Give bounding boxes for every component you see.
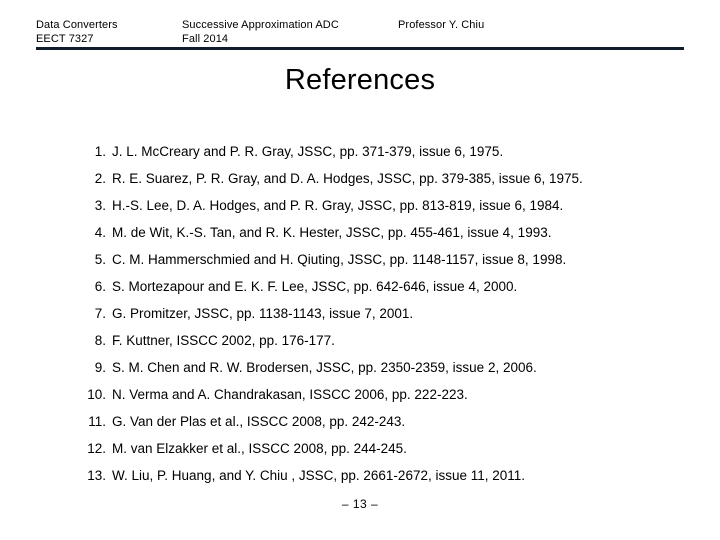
slide-header: Data Converters EECT 7327 Successive App… — [36, 18, 684, 48]
list-item: 6. S. Mortezapour and E. K. F. Lee, JSSC… — [76, 277, 720, 304]
reference-list: 1. J. L. McCreary and P. R. Gray, JSSC, … — [36, 142, 720, 493]
list-item: 5. C. M. Hammerschmied and H. Qiuting, J… — [76, 250, 720, 277]
reference-number: 5. — [94, 252, 106, 267]
header-course-block: Data Converters EECT 7327 — [36, 18, 182, 46]
reference-number: 7. — [94, 306, 106, 321]
header-lecturer-block: Professor Y. Chiu — [398, 18, 484, 32]
header-term: Fall 2014 — [182, 33, 229, 45]
header-divider — [36, 47, 684, 50]
reference-number: 6. — [94, 279, 106, 294]
reference-text: C. M. Hammerschmied and H. Qiuting, JSSC… — [112, 252, 567, 267]
reference-number: 12. — [87, 441, 106, 456]
reference-number: 11. — [88, 414, 106, 429]
list-item: 8. F. Kuttner, ISSCC 2002, pp. 176-177. — [76, 331, 720, 358]
reference-number: 2. — [94, 171, 106, 186]
reference-text: M. van Elzakker et al., ISSCC 2008, pp. … — [112, 441, 407, 456]
reference-number: 13. — [87, 468, 106, 483]
reference-text: F. Kuttner, ISSCC 2002, pp. 176-177. — [112, 333, 335, 348]
list-item: 10. N. Verma and A. Chandrakasan, ISSCC … — [76, 385, 720, 412]
list-item: 9. S. M. Chen and R. W. Brodersen, JSSC,… — [76, 358, 720, 385]
reference-text: W. Liu, P. Huang, and Y. Chiu , JSSC, pp… — [112, 468, 526, 483]
list-item: 13. W. Liu, P. Huang, and Y. Chiu , JSSC… — [76, 466, 720, 493]
header-course-name: Data Converters — [36, 19, 118, 31]
reference-number: 4. — [94, 225, 106, 240]
header-topic-title: Successive Approximation ADC — [182, 19, 339, 31]
reference-text: S. M. Chen and R. W. Brodersen, JSSC, pp… — [112, 360, 537, 375]
list-item: 11. G. Van der Plas et al., ISSCC 2008, … — [76, 412, 720, 439]
list-item: 12. M. van Elzakker et al., ISSCC 2008, … — [76, 439, 720, 466]
slide: Data Converters EECT 7327 Successive App… — [0, 0, 720, 540]
reference-text: G. Promitzer, JSSC, pp. 1138-1143, issue… — [112, 306, 414, 321]
list-item: 2. R. E. Suarez, P. R. Gray, and D. A. H… — [76, 169, 720, 196]
list-item: 7. G. Promitzer, JSSC, pp. 1138-1143, is… — [76, 304, 720, 331]
reference-text: M. de Wit, K.-S. Tan, and R. K. Hester, … — [112, 225, 552, 240]
list-item: 1. J. L. McCreary and P. R. Gray, JSSC, … — [76, 142, 720, 169]
reference-number: 10. — [87, 387, 106, 402]
header-topic-block: Successive Approximation ADC Fall 2014 — [182, 18, 398, 46]
reference-number: 9. — [94, 360, 106, 375]
page-title: References — [284, 64, 436, 96]
reference-number: 8. — [94, 333, 106, 348]
header-lecturer-name: Professor Y. Chiu — [398, 19, 485, 31]
list-item: 3. H.-S. Lee, D. A. Hodges, and P. R. Gr… — [76, 196, 720, 223]
reference-text: G. Van der Plas et al., ISSCC 2008, pp. … — [112, 414, 406, 429]
list-item: 4. M. de Wit, K.-S. Tan, and R. K. Heste… — [76, 223, 720, 250]
page-number-footer: – 13 – — [341, 497, 379, 511]
reference-text: R. E. Suarez, P. R. Gray, and D. A. Hodg… — [112, 171, 583, 186]
reference-text: N. Verma and A. Chandrakasan, ISSCC 2006… — [112, 387, 468, 402]
reference-text: S. Mortezapour and E. K. F. Lee, JSSC, p… — [112, 279, 518, 294]
reference-number: 1. — [94, 144, 106, 159]
reference-text: J. L. McCreary and P. R. Gray, JSSC, pp.… — [112, 144, 504, 159]
reference-number: 3. — [94, 198, 106, 213]
header-course-code: EECT 7327 — [36, 33, 94, 45]
reference-text: H.-S. Lee, D. A. Hodges, and P. R. Gray,… — [112, 198, 564, 213]
